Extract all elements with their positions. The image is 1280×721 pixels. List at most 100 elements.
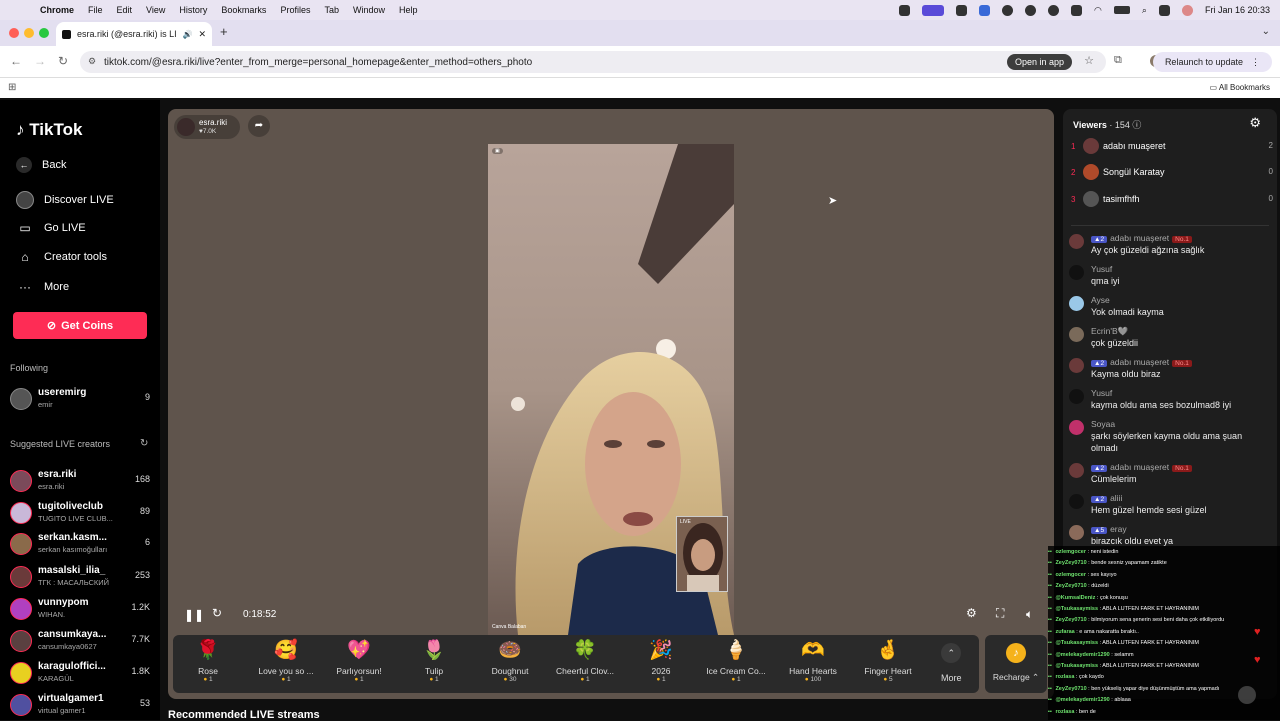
creator-nickname: KARAGÜL bbox=[38, 674, 74, 683]
tab-search-icon[interactable]: ⌄ bbox=[1262, 26, 1270, 37]
user-icon[interactable] bbox=[1181, 4, 1193, 16]
volume-icon[interactable]: 🔈︎ bbox=[1026, 607, 1033, 622]
chat-icon[interactable] bbox=[1002, 4, 1014, 16]
close-window-button[interactable] bbox=[9, 28, 19, 38]
chat-username: Ecrin'B🩶 bbox=[1091, 326, 1129, 336]
gift-item[interactable]: 🍀 Cheerful Clov... ● 1 bbox=[546, 639, 624, 683]
settings-icon[interactable]: ⚙ bbox=[1249, 115, 1261, 131]
minimize-window-button[interactable] bbox=[24, 28, 34, 38]
overlay-username: rozlasa bbox=[1055, 674, 1075, 681]
emoji-button[interactable] bbox=[1238, 686, 1256, 704]
viewer-row[interactable]: 1 adabı muaşeret 2 bbox=[1071, 138, 1273, 160]
menu-view[interactable]: View bbox=[146, 5, 165, 15]
recharge-button[interactable]: ♪ Recharge ⌃ bbox=[985, 635, 1047, 693]
new-tab-button[interactable]: + bbox=[220, 24, 228, 39]
viewer-name: Songül Karatay bbox=[1103, 167, 1165, 177]
more-gifts-button[interactable]: ⌃ More bbox=[941, 643, 962, 683]
suggested-creator[interactable]: esra.riki esra.riki 168 bbox=[10, 468, 152, 496]
control-center-icon[interactable] bbox=[1158, 4, 1170, 16]
nav-discover-live[interactable]: Discover LIVE bbox=[16, 191, 114, 209]
battery-icon[interactable] bbox=[1113, 6, 1130, 14]
menu-app-name[interactable]: Chrome bbox=[40, 5, 74, 15]
nav-more[interactable]: ··· More bbox=[16, 280, 69, 294]
nav-creator-tools[interactable]: ⌂ Creator tools bbox=[16, 250, 107, 264]
refresh-stream-icon[interactable]: ↻ bbox=[212, 606, 222, 620]
settings-icon[interactable]: ⚙ bbox=[966, 606, 977, 620]
gift-item[interactable]: 🍦 Ice Cream Co... ● 1 bbox=[697, 639, 775, 683]
suggested-creator[interactable]: karaguloffici... KARAGÜL 1.8K bbox=[10, 660, 152, 688]
menu-history[interactable]: History bbox=[179, 5, 207, 15]
suggested-creator[interactable]: masalski_ilia_ ТГК : МАСАЛЬСКИЙ 253 bbox=[10, 564, 152, 592]
sync-icon[interactable] bbox=[1025, 4, 1037, 16]
following-item[interactable]: useremirg emir 9 bbox=[10, 386, 152, 414]
get-coins-button[interactable]: ⊘ Get Coins bbox=[13, 312, 147, 339]
share-icon[interactable]: ➦ bbox=[248, 115, 270, 137]
pip-video[interactable]: LIVE bbox=[676, 516, 728, 592]
tab-tiktok[interactable]: esra.riki (@esra.riki) is LIV 🔊 ✕ bbox=[56, 22, 212, 46]
site-info-icon[interactable]: ⚙ bbox=[88, 56, 96, 67]
zoom-window-button[interactable] bbox=[39, 28, 49, 38]
overlay-username: @melekaydemir1290 bbox=[1055, 651, 1110, 658]
relaunch-button[interactable]: Relaunch to update ⋮ bbox=[1152, 52, 1272, 72]
address-bar[interactable]: ⚙ tiktok.com/@esra.riki/live?enter_from_… bbox=[80, 51, 1106, 73]
host-info[interactable]: esra.riki ♥7.0K bbox=[174, 115, 240, 139]
menu-tab[interactable]: Tab bbox=[324, 5, 339, 15]
live-video[interactable]: ▣ Canva Balaban LIVE bbox=[488, 144, 734, 635]
menu-profiles[interactable]: Profiles bbox=[280, 5, 310, 15]
input-icon[interactable] bbox=[1071, 4, 1083, 16]
fullscreen-icon[interactable]: ⛶ bbox=[996, 606, 1004, 621]
url-text[interactable]: tiktok.com/@esra.riki/live?enter_from_me… bbox=[104, 57, 532, 68]
all-bookmarks[interactable]: ▭ All Bookmarks bbox=[1210, 83, 1270, 92]
speaker-icon[interactable]: 🔊 bbox=[182, 30, 192, 39]
video-camera-icon: ▭ bbox=[19, 221, 31, 235]
nav-more-label: More bbox=[44, 281, 70, 293]
gift-item[interactable]: 🥰 Love you so ... ● 1 bbox=[247, 639, 325, 683]
viewer-row[interactable]: 2 Songül Karatay 0 bbox=[1071, 164, 1273, 186]
status-icon[interactable] bbox=[899, 4, 911, 16]
menu-bookmarks[interactable]: Bookmarks bbox=[221, 5, 266, 15]
suggested-creator[interactable]: cansumkaya... cansumkaya0627 7.7K bbox=[10, 628, 152, 656]
menu-window[interactable]: Window bbox=[353, 5, 385, 15]
suggested-creator[interactable]: tugitoliveclub TUGITO LIVE CLUB... 89 bbox=[10, 500, 152, 528]
suggested-creator[interactable]: virtualgamer1 virtual gamer1 53 bbox=[10, 692, 152, 720]
app-icon[interactable] bbox=[979, 4, 991, 16]
pause-icon[interactable]: ❚❚ bbox=[184, 608, 204, 622]
pen-icon[interactable] bbox=[956, 4, 968, 16]
info-icon[interactable] bbox=[1048, 4, 1060, 16]
overlay-text: ABLA LÜTFEN FARK ET HAYRANINIM bbox=[1102, 606, 1199, 612]
clock[interactable]: Fri Jan 16 20:33 bbox=[1205, 5, 1270, 15]
gift-item[interactable]: 🌷 Tulip ● 1 bbox=[395, 639, 473, 683]
gift-item[interactable]: 🫶 Hand Hearts ● 100 bbox=[774, 639, 852, 683]
avatar bbox=[1083, 164, 1099, 180]
gift-item[interactable]: 🎉 2026 ● 1 bbox=[622, 639, 700, 683]
overlay-username: ozlemgocer bbox=[1055, 571, 1087, 578]
gift-item[interactable]: 🤞 Finger Heart ● 5 bbox=[849, 639, 927, 683]
back-button[interactable]: ← Back bbox=[16, 157, 66, 173]
back-icon[interactable]: ← bbox=[10, 54, 22, 68]
kebab-menu-icon: ⋮ bbox=[1251, 56, 1260, 67]
viewer-row[interactable]: 3 tasimfhfh 0 bbox=[1071, 191, 1273, 213]
gift-item[interactable]: 🍩 Doughnut ● 30 bbox=[471, 639, 549, 683]
gift-item[interactable]: 🌹 Rose ● 1 bbox=[169, 639, 247, 683]
menu-edit[interactable]: Edit bbox=[117, 5, 133, 15]
menu-file[interactable]: File bbox=[88, 5, 103, 15]
forward-icon[interactable]: → bbox=[34, 54, 46, 68]
apps-grid-icon[interactable]: ⊞ bbox=[8, 82, 16, 93]
wifi-icon[interactable]: ◠ bbox=[1094, 5, 1102, 16]
search-icon[interactable]: ⌕ bbox=[1142, 5, 1147, 16]
screen-icon[interactable] bbox=[922, 4, 945, 16]
reload-icon[interactable]: ↻ bbox=[58, 54, 68, 68]
suggested-creator[interactable]: serkan.kasm... serkan kasımoğulları 6 bbox=[10, 531, 152, 559]
close-tab-icon[interactable]: ✕ bbox=[198, 29, 206, 40]
suggested-creator[interactable]: vunnypom WIHAN. 1.2K bbox=[10, 596, 152, 624]
refresh-icon[interactable]: ↻ bbox=[140, 438, 148, 449]
help-icon[interactable]: ⓘ bbox=[1132, 120, 1141, 130]
menu-help[interactable]: Help bbox=[399, 5, 418, 15]
tiktok-logo[interactable]: ♪ TikTok bbox=[16, 120, 82, 140]
bookmark-star-icon[interactable]: ☆ bbox=[1084, 54, 1094, 67]
open-in-app-button[interactable]: Open in app bbox=[1006, 54, 1072, 70]
nav-go-live[interactable]: ▭ Go LIVE bbox=[16, 221, 85, 235]
extensions-icon[interactable]: ⧉ bbox=[1114, 54, 1122, 67]
avatar bbox=[1069, 463, 1084, 478]
gift-item[interactable]: 💖 Parlıyorsun! ● 1 bbox=[320, 639, 398, 683]
